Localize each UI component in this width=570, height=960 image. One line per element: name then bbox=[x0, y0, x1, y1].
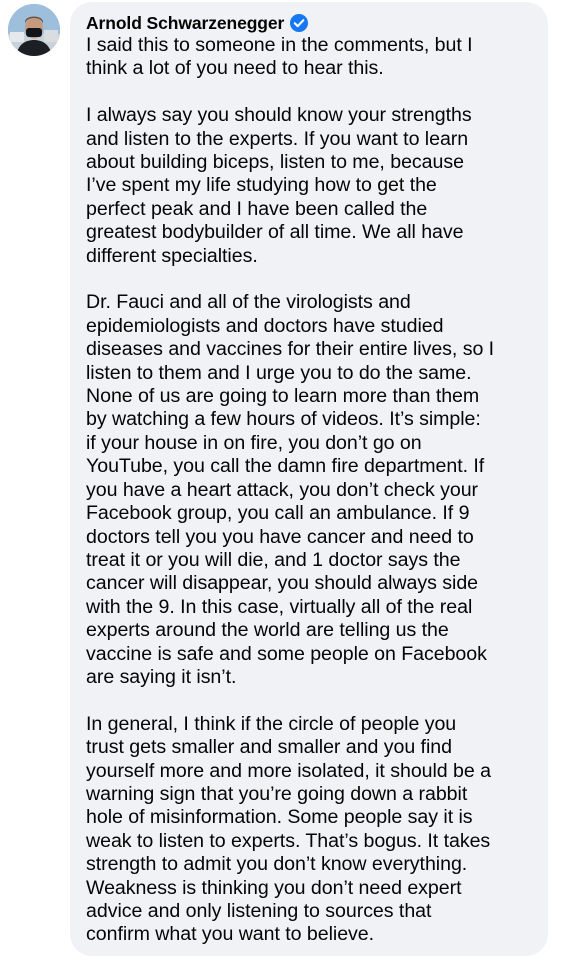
comment-bubble: Arnold Schwarzenegger I said this to som… bbox=[70, 2, 548, 956]
verified-badge-icon bbox=[290, 14, 309, 32]
author-name[interactable]: Arnold Schwarzenegger bbox=[86, 13, 284, 34]
comment-paragraph-2: I always say you should know your streng… bbox=[86, 104, 472, 267]
comment-header: Arnold Schwarzenegger bbox=[86, 12, 534, 34]
comment-paragraph-1: I said this to someone in the comments, … bbox=[86, 34, 473, 80]
comment-paragraph-3: Dr. Fauci and all of the virologists and… bbox=[86, 291, 495, 688]
profile-photo bbox=[8, 4, 60, 56]
avatar[interactable] bbox=[8, 4, 60, 56]
comment-paragraph-4: In general, I think if the circle of peo… bbox=[86, 712, 491, 946]
